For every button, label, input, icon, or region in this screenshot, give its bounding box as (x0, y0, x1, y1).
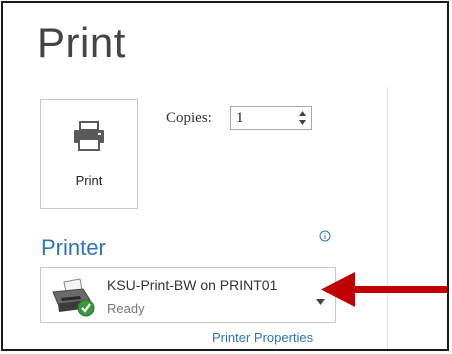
print-backstage-panel: Print Print Copies: Printer (1, 1, 449, 351)
chevron-up-icon (298, 111, 306, 116)
copies-increment-button[interactable] (295, 109, 309, 118)
copies-spinner (295, 109, 309, 127)
copies-label: Copies: (166, 110, 212, 126)
printer-status: Ready (107, 301, 145, 316)
copies-decrement-button[interactable] (295, 118, 309, 127)
printer-icon (72, 120, 106, 157)
copies-stepper (230, 106, 312, 130)
print-button-label: Print (75, 173, 103, 188)
printer-properties-link[interactable]: Printer Properties (212, 330, 313, 345)
print-button[interactable]: Print (40, 99, 138, 209)
page-title: Print (37, 19, 126, 66)
network-printer-ready-icon (50, 278, 98, 323)
copies-input[interactable] (231, 107, 293, 129)
red-arrow-icon (321, 269, 447, 316)
info-icon[interactable] (319, 229, 331, 247)
printer-name: KSU-Print-BW on PRINT01 (107, 277, 278, 293)
printer-dropdown[interactable]: KSU-Print-BW on PRINT01 Ready (40, 267, 336, 323)
chevron-down-icon (298, 120, 306, 125)
printer-section-title: Printer (41, 235, 106, 260)
